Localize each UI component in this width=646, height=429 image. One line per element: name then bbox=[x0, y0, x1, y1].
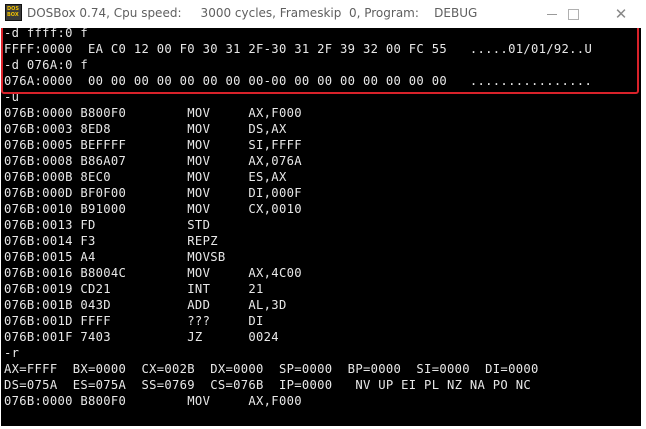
console-line: FFFF:0000 EA C0 12 00 F0 30 31 2F-30 31 … bbox=[4, 42, 593, 56]
console-line: 076B:0016 B8004C MOV AX,4C00 bbox=[4, 266, 302, 280]
maximize-icon bbox=[567, 8, 579, 20]
console-line: 076B:0008 B86A07 MOV AX,076A bbox=[4, 154, 302, 168]
console-line: 076B:0019 CD21 INT 21 bbox=[4, 282, 264, 296]
console-line: -u bbox=[4, 90, 20, 104]
console-line: 076B:0005 BEFFFF MOV SI,FFFF bbox=[4, 138, 302, 152]
console-line: 076B:0003 8ED8 MOV DS,AX bbox=[4, 122, 287, 136]
console-line: -r bbox=[4, 346, 20, 360]
console-line: 076A:0000 00 00 00 00 00 00 00 00-00 00 … bbox=[4, 74, 593, 88]
console-line: -d ffff:0 f bbox=[4, 28, 89, 40]
console-line: 076B:0000 B800F0 MOV AX,F000 bbox=[4, 394, 302, 408]
console-line: 076B:001F 7403 JZ 0024 bbox=[4, 330, 279, 344]
console-line: -d 076A:0 f bbox=[4, 58, 89, 72]
console-line: 076B:0000 B800F0 MOV AX,F000 bbox=[4, 106, 302, 120]
console-line: 076B:001D FFFF ??? DI bbox=[4, 314, 264, 328]
dos-console[interactable]: -d ffff:0 f FFFF:0000 EA C0 12 00 F0 30 … bbox=[1, 28, 641, 426]
console-line: DS=075A ES=075A SS=0769 CS=076B IP=0000 … bbox=[4, 378, 531, 392]
console-line: 076B:0014 F3 REPZ bbox=[4, 234, 218, 248]
window-right-border bbox=[641, 28, 646, 426]
console-line: AX=FFFF BX=0000 CX=002B DX=0000 SP=0000 … bbox=[4, 362, 539, 376]
dosbox-window: DOS BOX DOSBox 0.74, Cpu speed: 3000 cyc… bbox=[0, 0, 646, 429]
window-title: DOSBox 0.74, Cpu speed: 3000 cycles, Fra… bbox=[27, 6, 478, 20]
dosbox-app-icon[interactable]: DOS BOX bbox=[5, 4, 22, 21]
console-line: 076B:0013 FD STD bbox=[4, 218, 211, 232]
console-line: 076B:0015 A4 MOVSB bbox=[4, 250, 226, 264]
console-line: 076B:0010 B91000 MOV CX,0010 bbox=[4, 202, 302, 216]
console-line: 076B:001B 043D ADD AL,3D bbox=[4, 298, 287, 312]
close-button[interactable]: ✕ bbox=[600, 0, 642, 28]
console-line: 076B:000B 8EC0 MOV ES,AX bbox=[4, 170, 287, 184]
maximize-button[interactable] bbox=[552, 0, 594, 28]
close-icon: ✕ bbox=[614, 5, 628, 23]
title-bar[interactable]: DOS BOX DOSBox 0.74, Cpu speed: 3000 cyc… bbox=[0, 0, 646, 28]
console-line: 076B:000D BF0F00 MOV DI,000F bbox=[4, 186, 302, 200]
app-icon-text-bottom: BOX bbox=[7, 12, 19, 18]
